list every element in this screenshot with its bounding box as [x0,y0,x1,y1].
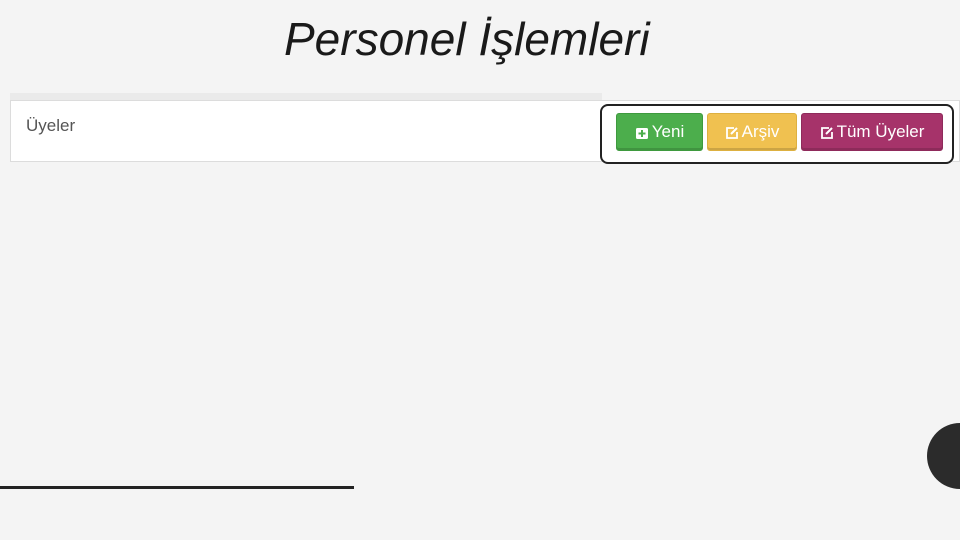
archive-button-label: Arşiv [741,122,780,141]
new-member-button-label: Yeni [651,122,685,141]
edit-icon [725,125,739,139]
plus-square-icon [635,125,649,139]
all-members-button[interactable]: Tüm Üyeler [801,113,943,151]
decorative-bottom-line [0,486,354,489]
all-members-button-label: Tüm Üyeler [836,122,925,141]
edit-icon [820,125,834,139]
slide: Personel İşlemleri Üyeler Yeni Arşiv Tüm… [0,0,960,540]
decorative-corner-circle [927,423,960,489]
archive-button[interactable]: Arşiv [707,113,797,151]
new-member-button[interactable]: Yeni [616,113,703,151]
slide-title: Personel İşlemleri [284,13,650,65]
panel-title: Üyeler [26,116,76,135]
